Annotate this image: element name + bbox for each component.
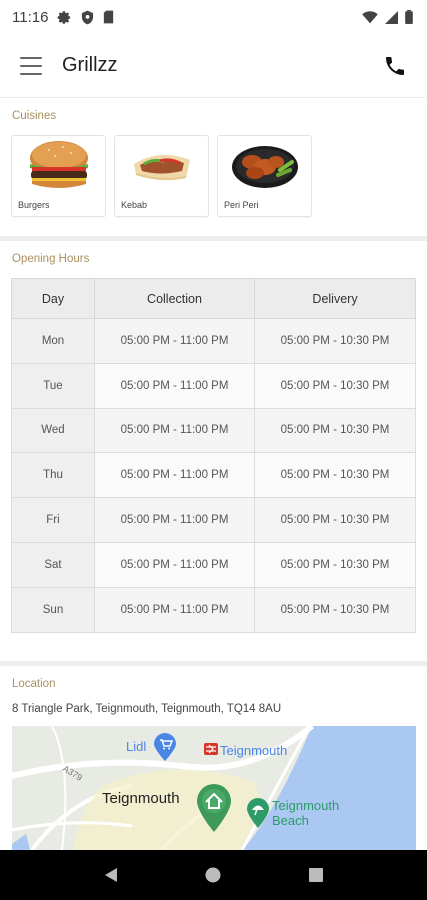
opening-hours-title: Opening Hours (12, 253, 90, 265)
table-row: Sat 05:00 PM - 11:00 PM 05:00 PM - 10:30… (11, 541, 416, 588)
status-bar: 11:16 (0, 0, 427, 34)
day-cell: Mon (11, 318, 95, 364)
day-cell: Wed (11, 407, 95, 454)
collection-hours-cell: 05:00 PM - 11:00 PM (94, 541, 255, 588)
delivery-hours-cell: 05:00 PM - 10:30 PM (254, 541, 416, 588)
collection-hours-cell: 05:00 PM - 11:00 PM (94, 362, 255, 409)
cuisines-title: Cuisines (12, 110, 57, 122)
table-header-row: Day Collection Delivery (11, 278, 416, 319)
delivery-hours-cell: 05:00 PM - 10:30 PM (254, 452, 416, 499)
cuisine-card-peri-peri[interactable]: Peri Peri (217, 135, 312, 217)
cuisine-card-burgers[interactable]: Burgers (11, 135, 106, 217)
recents-square-icon[interactable] (301, 860, 331, 890)
settings-gear-icon (58, 10, 71, 24)
location-title: Location (12, 678, 56, 690)
cuisine-label: Burgers (18, 200, 50, 210)
delivery-hours-cell: 05:00 PM - 10:30 PM (254, 586, 416, 633)
location-section: Location 8 Triangle Park, Teignmouth, Te… (0, 666, 427, 715)
opening-hours-section: Opening Hours Day Collection Delivery Mo… (0, 241, 427, 661)
collection-hours-cell: 05:00 PM - 11:00 PM (94, 586, 255, 633)
cuisine-label: Peri Peri (224, 200, 259, 210)
phone-call-icon[interactable] (383, 54, 407, 78)
beach-umbrella-pin-icon (247, 798, 269, 828)
shield-icon (82, 10, 94, 24)
column-header-day: Day (11, 278, 95, 319)
app-bar: Grillzz (0, 34, 427, 98)
location-map[interactable]: Lidl Teignmouth A379 Teignmouth Teignmou… (12, 726, 416, 850)
page-title: Grillzz (62, 54, 118, 76)
column-header-delivery: Delivery (254, 278, 416, 319)
shopping-cart-pin-icon (154, 733, 176, 761)
opening-hours-table: Day Collection Delivery Mon 05:00 PM - 1… (11, 278, 416, 633)
map-label-beach: Teignmouth Beach (272, 798, 339, 828)
cuisine-label: Kebab (121, 200, 148, 210)
table-row: Thu 05:00 PM - 11:00 PM 05:00 PM - 10:30… (11, 452, 416, 499)
status-left: 11:16 (12, 9, 114, 26)
hamburger-menu-icon[interactable] (20, 56, 42, 75)
map-label-beach-line1: Teignmouth (272, 798, 340, 813)
table-row: Fri 05:00 PM - 11:00 PM 05:00 PM - 10:30… (11, 497, 416, 543)
delivery-hours-cell: 05:00 PM - 10:30 PM (254, 407, 416, 454)
collection-hours-cell: 05:00 PM - 11:00 PM (94, 452, 255, 499)
signal-icon (385, 10, 398, 24)
rail-station-icon (204, 743, 218, 755)
map-label-beach-line2: Beach (272, 813, 309, 828)
delivery-hours-cell: 05:00 PM - 10:30 PM (254, 362, 416, 409)
home-location-pin-icon (197, 784, 231, 832)
home-circle-icon[interactable] (198, 860, 228, 890)
collection-hours-cell: 05:00 PM - 11:00 PM (94, 318, 255, 364)
system-navigation-bar (0, 850, 427, 900)
table-row: Sun 05:00 PM - 11:00 PM 05:00 PM - 10:30… (11, 586, 416, 633)
table-row: Mon 05:00 PM - 11:00 PM 05:00 PM - 10:30… (11, 318, 416, 364)
kebab-image (115, 136, 208, 194)
sim-card-icon (104, 10, 114, 24)
day-cell: Fri (11, 497, 95, 543)
table-row: Tue 05:00 PM - 11:00 PM 05:00 PM - 10:30… (11, 362, 416, 409)
map-label-station: Teignmouth (220, 743, 288, 758)
collection-hours-cell: 05:00 PM - 11:00 PM (94, 407, 255, 454)
delivery-hours-cell: 05:00 PM - 10:30 PM (254, 497, 416, 543)
cuisines-section: Cuisines Burgers Kebab Peri Peri (0, 98, 427, 236)
status-time: 11:16 (12, 8, 49, 26)
peri-peri-image (218, 136, 311, 194)
address-text: 8 Triangle Park, Teignmouth, Teignmouth,… (12, 703, 282, 715)
day-cell: Sun (11, 586, 95, 633)
cuisine-card-kebab[interactable]: Kebab (114, 135, 209, 217)
wifi-icon (362, 10, 378, 23)
column-header-collection: Collection (94, 278, 255, 319)
status-right (362, 10, 413, 24)
day-cell: Tue (11, 362, 95, 409)
cuisine-list: Burgers Kebab Peri Peri (0, 122, 427, 217)
battery-icon (405, 10, 413, 24)
collection-hours-cell: 05:00 PM - 11:00 PM (94, 497, 255, 543)
map-label-town: Teignmouth (102, 790, 180, 807)
back-triangle-icon[interactable] (96, 860, 126, 890)
map-label-lidl: Lidl (126, 739, 147, 754)
day-cell: Sat (11, 541, 95, 588)
table-row: Wed 05:00 PM - 11:00 PM 05:00 PM - 10:30… (11, 407, 416, 454)
day-cell: Thu (11, 452, 95, 499)
delivery-hours-cell: 05:00 PM - 10:30 PM (254, 318, 416, 364)
burger-image (12, 136, 105, 194)
